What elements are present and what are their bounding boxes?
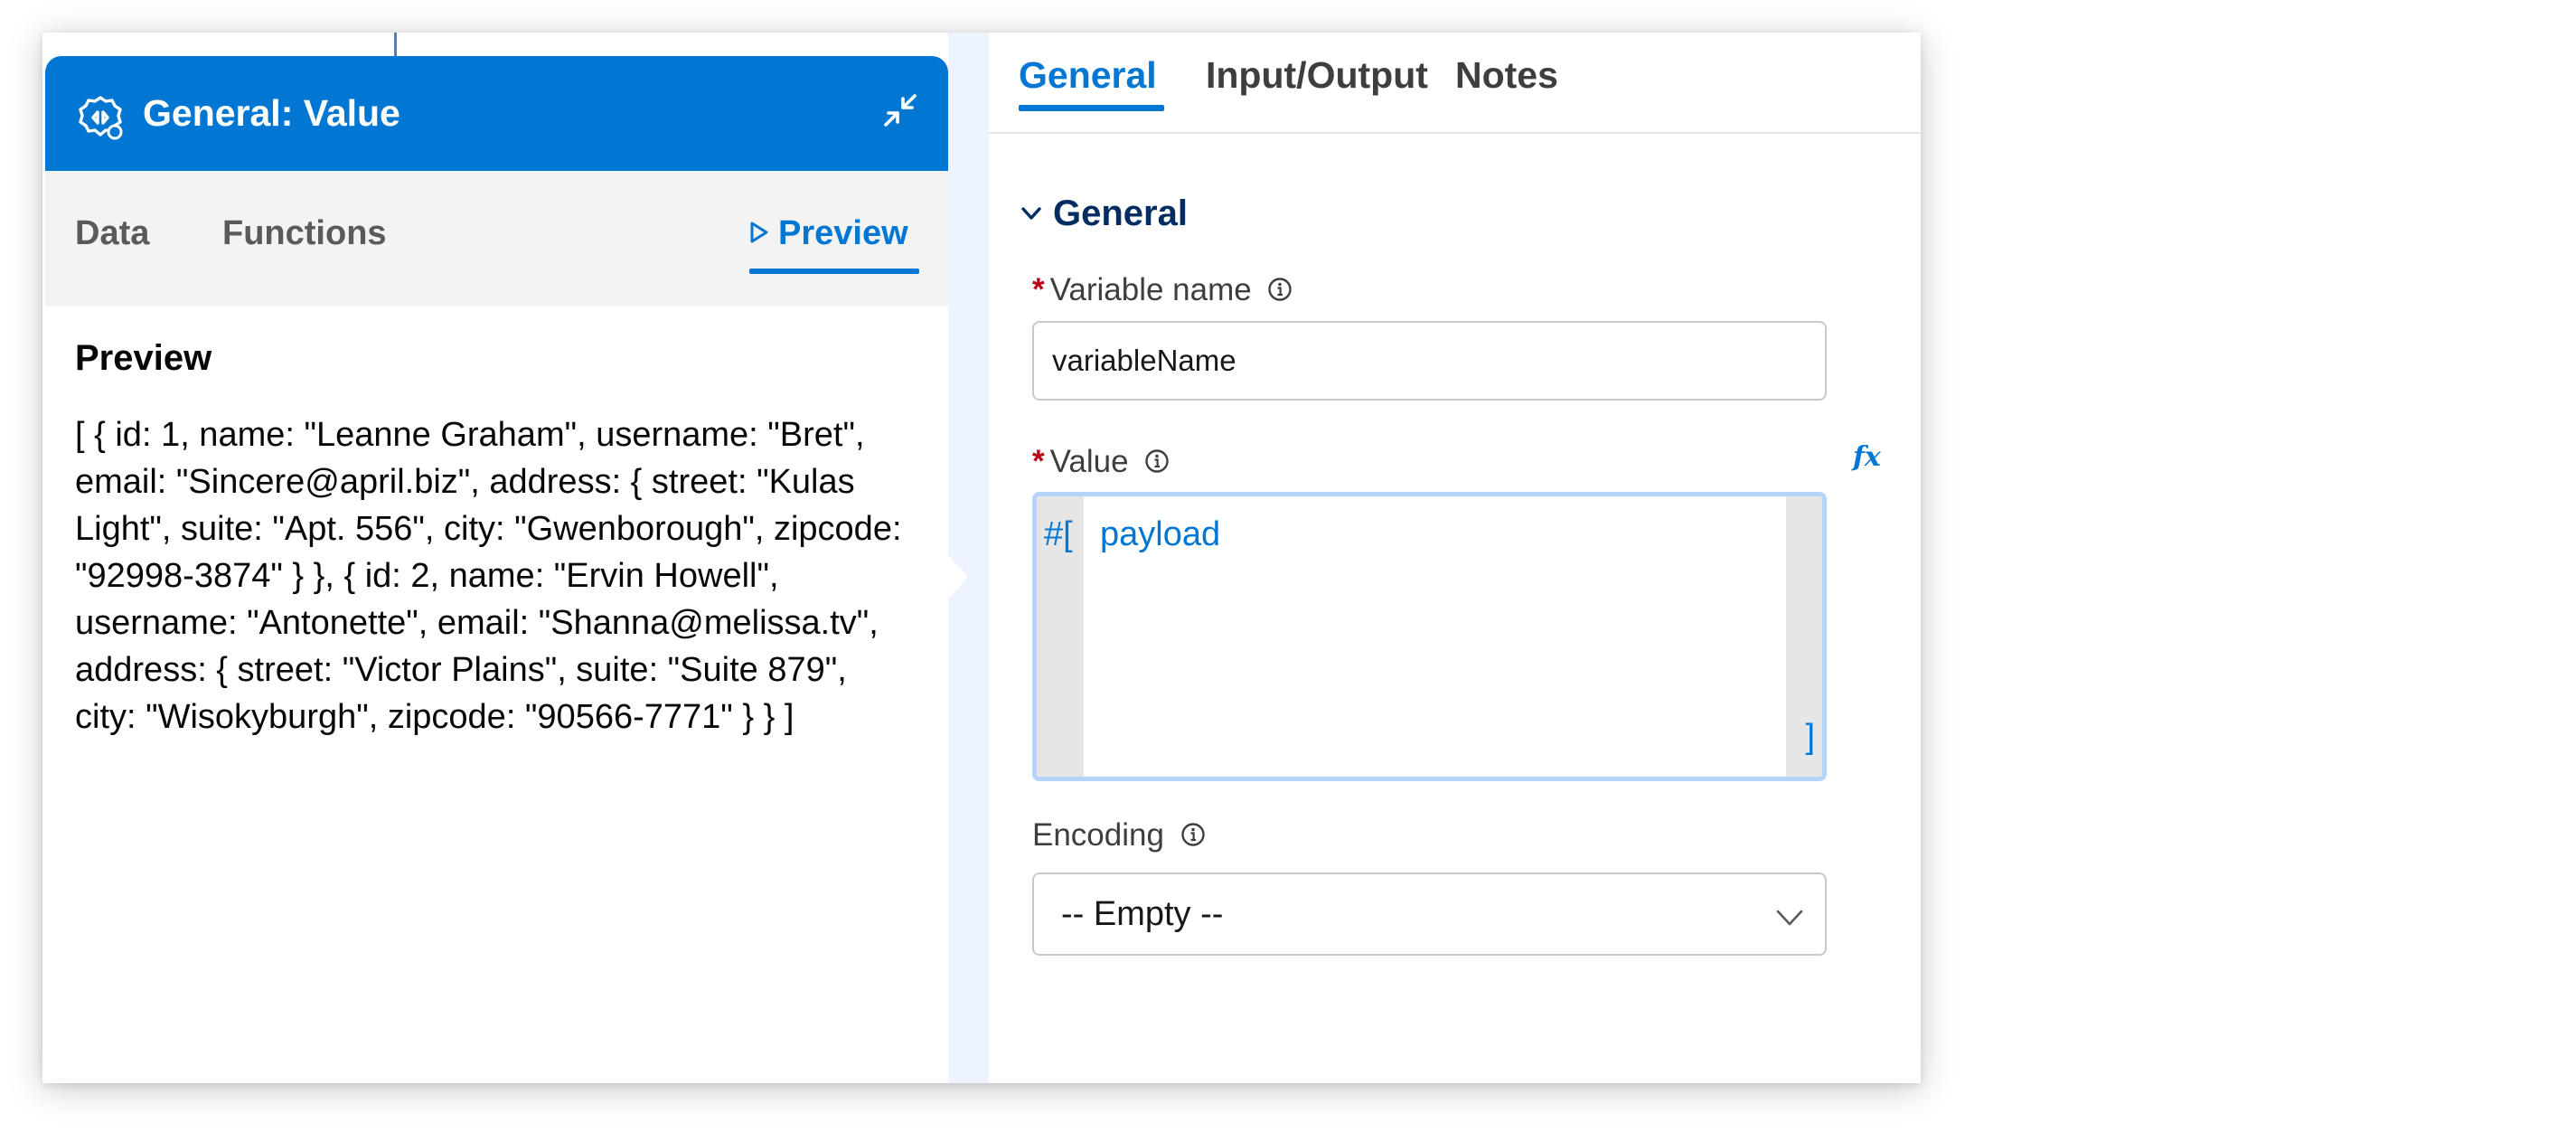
- tab-preview-label: Preview: [778, 214, 908, 252]
- tab-general[interactable]: General: [1019, 49, 1157, 101]
- info-icon[interactable]: [1180, 822, 1206, 847]
- expression-open-token: #[: [1044, 515, 1073, 553]
- value-label-text: Value: [1049, 444, 1129, 479]
- required-asterisk: *: [1032, 272, 1045, 307]
- left-panel: General: Value Data Functions Preview Pr…: [45, 56, 948, 1083]
- tab-notes[interactable]: Notes: [1455, 49, 1558, 101]
- play-outline-icon: [750, 222, 768, 243]
- preview-heading: Preview: [75, 338, 212, 378]
- encoding-selected-value: -- Empty --: [1061, 895, 1224, 933]
- editor-scrollbar[interactable]: [1786, 496, 1822, 777]
- properties-panel: General Input/Output Notes General * Vari…: [989, 33, 1921, 1083]
- active-tab-indicator: [1019, 105, 1164, 111]
- tab-preview[interactable]: Preview: [749, 211, 908, 256]
- collapse-arrows-icon[interactable]: [880, 90, 920, 130]
- encoding-select[interactable]: -- Empty --: [1032, 873, 1827, 956]
- function-fx-icon[interactable]: fx: [1853, 441, 1881, 473]
- properties-tab-bar: General Input/Output Notes: [989, 33, 1921, 134]
- expression-editor-window: General: Value Data Functions Preview Pr…: [42, 33, 1921, 1083]
- panel-title: General: Value: [143, 92, 400, 134]
- flow-connector-line: [394, 33, 397, 58]
- tab-input-output[interactable]: Input/Output: [1206, 49, 1428, 101]
- encoding-label: Encoding: [1032, 813, 1206, 858]
- active-tab-indicator: [749, 269, 919, 274]
- preview-output-text: [ { id: 1, name: "Leanne Graham", userna…: [75, 416, 902, 736]
- app-stage: General: Value Data Functions Preview Pr…: [0, 0, 2576, 1132]
- panel-pointer-notch: [948, 555, 968, 599]
- value-expression-editor[interactable]: #[ payload ]: [1032, 492, 1827, 781]
- expression-close-token: ]: [1805, 718, 1815, 756]
- required-asterisk: *: [1032, 444, 1045, 479]
- variable-name-label: * Variable name: [1032, 268, 1293, 313]
- tab-functions[interactable]: Functions: [222, 211, 387, 256]
- chevron-down-icon: [1776, 910, 1803, 926]
- left-panel-header: General: Value: [45, 56, 948, 171]
- variable-name-label-text: Variable name: [1049, 272, 1252, 307]
- tab-data[interactable]: Data: [75, 211, 149, 256]
- info-icon[interactable]: [1144, 448, 1170, 474]
- section-title: General: [1053, 193, 1188, 233]
- preview-pane: Preview [ { id: 1, name: "Leanne Graham"…: [45, 307, 948, 1083]
- chevron-down-icon: [1021, 207, 1041, 220]
- info-icon[interactable]: [1267, 277, 1293, 302]
- component-gear-icon: [79, 96, 123, 140]
- encoding-label-text: Encoding: [1032, 817, 1164, 853]
- expression-code[interactable]: payload: [1100, 513, 1220, 556]
- value-label: * Value: [1032, 439, 1170, 485]
- left-tab-bar: Data Functions Preview: [45, 171, 948, 307]
- variable-name-input[interactable]: [1032, 321, 1827, 401]
